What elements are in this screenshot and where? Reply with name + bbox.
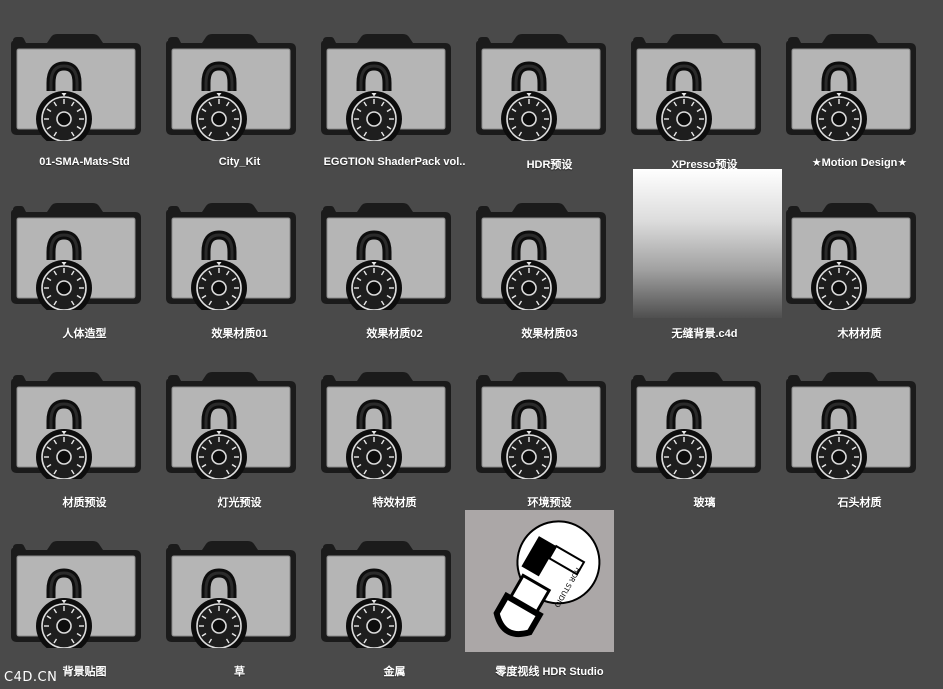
folder-lock-icon xyxy=(786,34,916,141)
watermark: C4D.CN xyxy=(4,670,58,685)
file-item[interactable]: 背景贴图 xyxy=(7,514,162,683)
file-item-label: 01-SMA-Mats-Std xyxy=(39,156,130,168)
folder-lock-icon[interactable] xyxy=(782,345,937,495)
file-item[interactable]: 金属 xyxy=(317,514,472,683)
file-item[interactable]: 效果材质02 xyxy=(317,176,472,345)
file-item-label: 材质预设 xyxy=(62,497,107,509)
folder-lock-icon xyxy=(166,34,296,141)
folder-lock-icon xyxy=(476,372,606,479)
file-item-label: 灯光预设 xyxy=(217,497,262,509)
folder-lock-icon xyxy=(476,203,606,310)
folder-lock-icon xyxy=(786,203,916,310)
folder-lock-icon xyxy=(321,372,451,479)
folder-lock-icon xyxy=(166,541,296,648)
file-item-label: ★Motion Design★ xyxy=(811,157,908,169)
file-icon-grid: 01-SMA-Mats-Std City_Kit EGGTION ShaderP… xyxy=(0,0,943,689)
file-item[interactable]: 灯光预设 xyxy=(162,345,317,514)
file-item[interactable]: HDR STUDIO 零度视线 HDR Studio xyxy=(465,510,627,683)
file-item-label: 零度视线 HDR Studio xyxy=(495,666,604,678)
file-item[interactable]: EGGTION ShaderPack vol.. xyxy=(317,7,472,176)
file-item-label: 玻璃 xyxy=(693,497,716,509)
file-item[interactable]: 特效材质 xyxy=(317,345,472,514)
folder-lock-icon[interactable] xyxy=(627,345,782,495)
file-item-label: HDR预设 xyxy=(526,159,573,171)
file-item-label: 效果材质03 xyxy=(521,328,578,340)
folder-lock-icon xyxy=(166,372,296,479)
file-item[interactable]: 玻璃 xyxy=(627,345,782,514)
folder-lock-icon[interactable] xyxy=(7,514,162,664)
folder-lock-icon[interactable] xyxy=(7,176,162,326)
file-item[interactable]: 人体造型 xyxy=(7,176,162,345)
file-item[interactable]: ★Motion Design★ xyxy=(782,7,937,176)
folder-lock-icon xyxy=(321,34,451,141)
folder-lock-icon xyxy=(631,372,761,479)
file-item-label: EGGTION ShaderPack vol.. xyxy=(323,156,466,168)
file-item[interactable]: 01-SMA-Mats-Std xyxy=(7,7,162,176)
folder-lock-icon[interactable] xyxy=(472,176,627,326)
file-item[interactable]: 效果材质03 xyxy=(472,176,627,345)
folder-lock-icon[interactable] xyxy=(472,345,627,495)
folder-lock-icon[interactable] xyxy=(317,176,472,326)
file-item[interactable]: 环境预设 xyxy=(472,345,627,514)
file-item-label: City_Kit xyxy=(218,156,261,168)
file-item-label: 草 xyxy=(234,666,245,678)
file-item[interactable]: 效果材质01 xyxy=(162,176,317,345)
gradient-file-thumbnail[interactable] xyxy=(627,169,782,326)
file-item[interactable]: HDR预设 xyxy=(472,7,627,176)
file-item-label: 人体造型 xyxy=(62,328,107,340)
folder-lock-icon xyxy=(321,203,451,310)
file-item[interactable]: 石头材质 xyxy=(782,345,937,514)
folder-lock-icon xyxy=(11,34,141,141)
file-item-label: 无缝背景.c4d xyxy=(671,328,738,340)
file-item[interactable]: 材质预设 xyxy=(7,345,162,514)
folder-lock-icon[interactable] xyxy=(317,514,472,664)
hdr-studio-app-icon: HDR STUDIO xyxy=(465,510,614,652)
file-item-label: 木材材质 xyxy=(837,328,882,340)
folder-lock-icon[interactable] xyxy=(627,7,782,157)
folder-lock-icon[interactable] xyxy=(317,345,472,495)
folder-lock-icon[interactable] xyxy=(317,7,472,157)
folder-lock-icon xyxy=(11,203,141,310)
file-item[interactable]: 木材材质 xyxy=(782,176,937,345)
folder-lock-icon xyxy=(476,34,606,141)
folder-lock-icon[interactable] xyxy=(782,7,937,157)
file-item-label: 金属 xyxy=(383,666,406,678)
file-item[interactable]: 草 xyxy=(162,514,317,683)
folder-lock-icon xyxy=(631,34,761,141)
folder-lock-icon xyxy=(321,541,451,648)
folder-lock-icon xyxy=(11,541,141,648)
folder-lock-icon[interactable] xyxy=(7,7,162,157)
file-item-label: 效果材质02 xyxy=(366,328,423,340)
file-item-label: 石头材质 xyxy=(837,497,882,509)
file-item-label: 环境预设 xyxy=(527,497,572,509)
file-item-label: 效果材质01 xyxy=(211,328,268,340)
folder-lock-icon xyxy=(11,372,141,479)
hdr-studio-app-icon[interactable]: HDR STUDIO xyxy=(465,510,627,664)
folder-lock-icon[interactable] xyxy=(162,7,317,157)
folder-lock-icon xyxy=(786,372,916,479)
folder-lock-icon[interactable] xyxy=(782,176,937,326)
folder-lock-icon[interactable] xyxy=(162,514,317,664)
folder-lock-icon[interactable] xyxy=(162,176,317,326)
folder-lock-icon xyxy=(166,203,296,310)
file-item[interactable]: City_Kit xyxy=(162,7,317,176)
file-item[interactable]: 无缝背景.c4d xyxy=(627,169,782,345)
folder-lock-icon[interactable] xyxy=(472,7,627,157)
gradient-file-thumbnail xyxy=(633,169,782,318)
folder-lock-icon[interactable] xyxy=(162,345,317,495)
file-item[interactable]: XPresso预设 xyxy=(627,7,782,176)
folder-lock-icon[interactable] xyxy=(7,345,162,495)
file-item-label: 特效材质 xyxy=(372,497,417,509)
